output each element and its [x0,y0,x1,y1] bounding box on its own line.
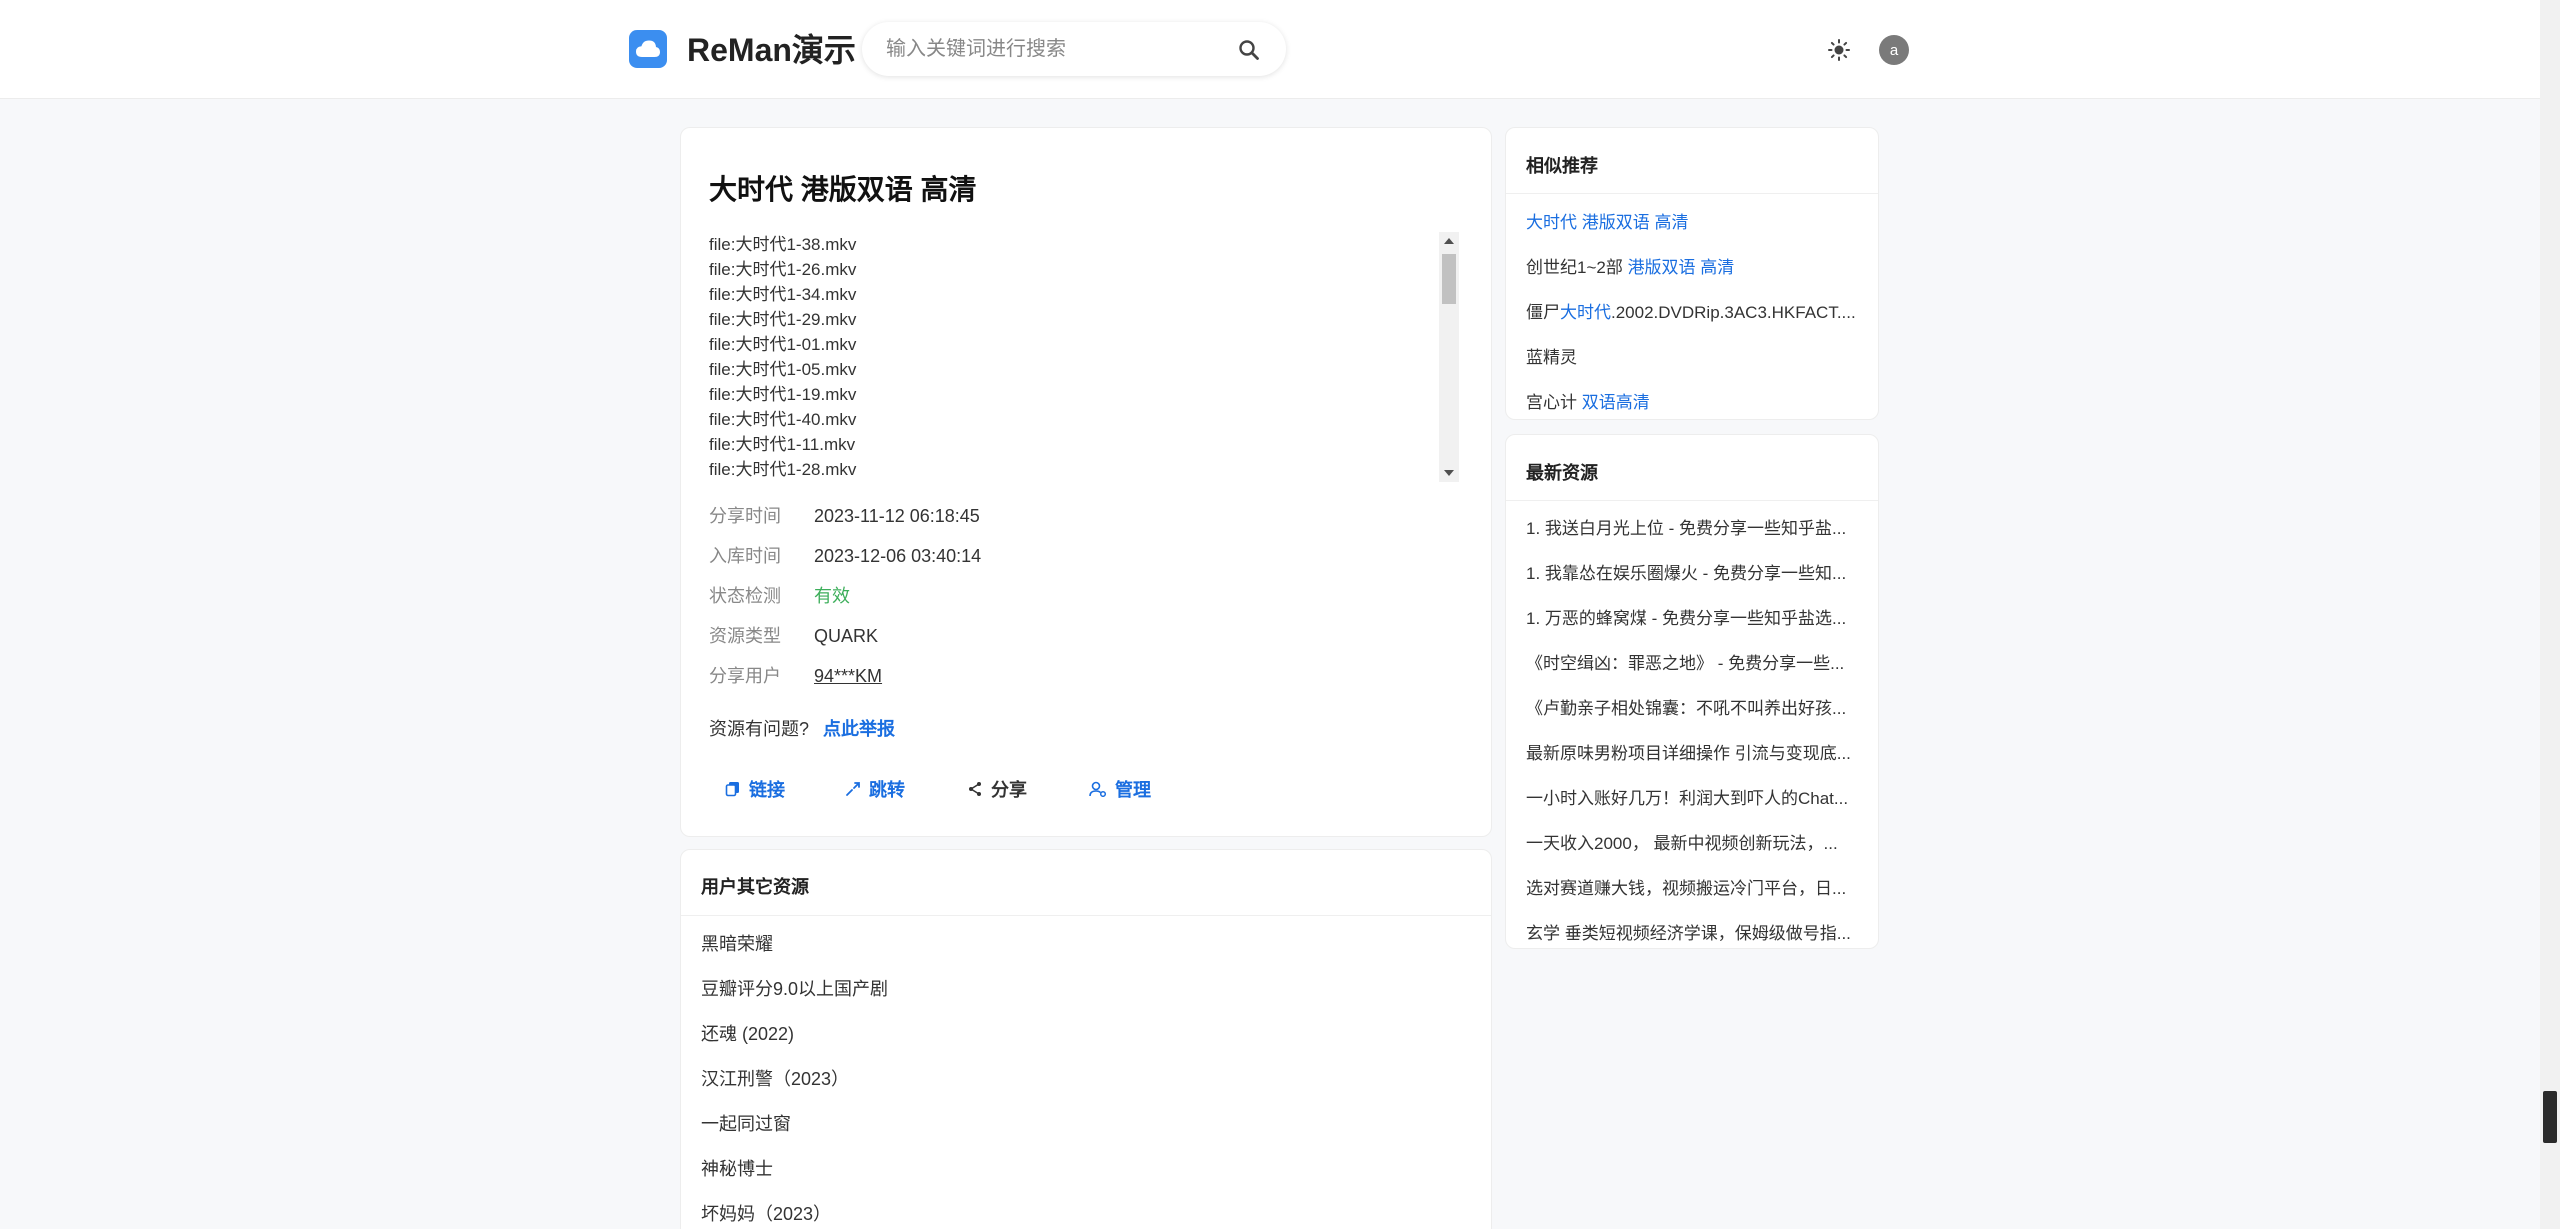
list-item[interactable]: 坏妈妈（2023） [701,1200,831,1226]
resource-title: 大时代 港版双语 高清 [709,174,977,205]
scroll-up-arrow-icon[interactable] [1444,238,1454,244]
copy-icon [725,782,739,797]
meta-type: 资源类型 QUARK [709,624,878,648]
file-item: file:大时代1-29.mkv [709,310,857,329]
highlight-text: 双语高清 [1581,393,1650,412]
file-item: file:大时代1-38.mkv [709,235,857,254]
card-title: 用户其它资源 [701,877,809,897]
file-item: file:大时代1-26.mkv [709,260,857,279]
card-header: 相似推荐 [1506,128,1878,194]
meta-value: QUARK [814,626,879,646]
site-title[interactable]: ReMan演示 [687,28,856,72]
latest-item[interactable]: 选对赛道赚大钱，视频搬运冷门平台，日... [1526,874,1866,899]
similar-item[interactable]: 蓝精灵 [1526,343,1866,368]
plain-text: 蓝精灵 [1526,348,1577,367]
file-item: file:大时代1-11.mkv [709,435,856,454]
resource-detail-card: 大时代 港版双语 高清 file:大时代1-38.mkv file:大时代1-2… [680,127,1492,837]
latest-item[interactable]: 1. 万恶的蜂窝煤 - 免费分享一些知乎盐选... [1526,604,1866,629]
file-item: file:大时代1-19.mkv [709,385,857,404]
latest-item[interactable]: 一小时入账好几万！利润大到吓人的Chat... [1526,784,1866,809]
meta-label: 状态检测 [709,586,781,606]
sun-theme-icon[interactable] [1827,38,1851,62]
user-manage-icon [1089,781,1107,797]
latest-item[interactable]: 1. 我靠怂在娱乐圈爆火 - 免费分享一些知... [1526,559,1866,584]
list-item[interactable]: 豆瓣评分9.0以上国产剧 [701,975,888,1001]
meta-user: 分享用户 94***KM [709,664,882,688]
meta-label: 资源类型 [709,626,781,646]
page-scrollbar[interactable] [2540,0,2560,1229]
share-label: 分享 [991,780,1027,800]
list-item[interactable]: 一起同过窗 [701,1110,791,1136]
link-label: 链接 [749,780,785,800]
share-user-link[interactable]: 94***KM [814,666,882,686]
list-item[interactable]: 黑暗荣耀 [701,930,773,956]
jump-icon [846,782,860,796]
highlight-text: 大时代 [1560,303,1611,322]
manage-label: 管理 [1115,780,1151,800]
plain-text: 创世纪1~2部 [1526,258,1628,277]
share-button[interactable]: 分享 [967,774,1027,804]
manage-button[interactable]: 管理 [1089,774,1151,804]
latest-item[interactable]: 最新原味男粉项目详细操作 引流与变现底... [1526,739,1866,764]
file-item: file:大时代1-01.mkv [709,335,857,354]
similar-recommend-card: 相似推荐 大时代 港版双语 高清 创世纪1~2部 港版双语 高清 僵尸大时代.2… [1505,127,1879,420]
file-item: file:大时代1-28.mkv [709,460,857,479]
highlight-text: 大时代 港版双语 高清 [1526,213,1689,232]
latest-resources-card: 最新资源 1. 我送白月光上位 - 免费分享一些知乎盐... 1. 我靠怂在娱乐… [1505,434,1879,949]
similar-item[interactable]: 僵尸大时代.2002.DVDRip.3AC3.HKFACT.... [1526,298,1866,323]
file-item: file:大时代1-40.mkv [709,410,857,429]
latest-item[interactable]: 《卢勤亲子相处锦囊：不吼不叫养出好孩... [1526,694,1866,719]
meta-value: 2023-11-12 06:18:45 [814,506,980,526]
user-avatar[interactable]: a [1879,35,1909,65]
file-item: file:大时代1-34.mkv [709,285,857,304]
similar-item[interactable]: 大时代 港版双语 高清 [1526,208,1866,233]
plain-text: 僵尸 [1526,303,1560,322]
jump-label: 跳转 [869,780,905,800]
scroll-down-arrow-icon[interactable] [1444,470,1454,476]
latest-item[interactable]: 《时空缉凶：罪恶之地》 - 免费分享一些... [1526,649,1866,674]
card-title: 相似推荐 [1526,156,1598,176]
list-item[interactable]: 汉江刑警（2023） [701,1065,849,1091]
highlight-text: 港版双语 高清 [1627,258,1735,277]
plain-text: 宫心计 [1526,393,1582,412]
similar-item[interactable]: 创世纪1~2部 港版双语 高清 [1526,253,1866,278]
file-list-scrollbar[interactable] [1439,232,1459,482]
share-icon [969,782,981,796]
latest-item[interactable]: 一天收入2000， 最新中视频创新玩法，... [1526,829,1866,854]
user-other-resources-card: 用户其它资源 黑暗荣耀 豆瓣评分9.0以上国产剧 还魂 (2022) 汉江刑警（… [680,849,1492,1229]
file-item: file:大时代1-05.mkv [709,360,857,379]
meta-stored-time: 入库时间 2023-12-06 03:40:14 [709,544,981,568]
cloud-logo-icon[interactable] [629,30,667,68]
jump-button[interactable]: 跳转 [845,774,905,804]
list-item[interactable]: 还魂 (2022) [701,1020,794,1046]
meta-label: 分享用户 [709,666,781,686]
meta-value: 2023-12-06 03:40:14 [814,546,982,566]
search-box [862,22,1286,76]
meta-label: 分享时间 [709,506,781,526]
status-badge: 有效 [814,586,851,606]
file-list: file:大时代1-38.mkv file:大时代1-26.mkv file:大… [709,232,1429,482]
report-row: 资源有问题? 点此举报 [709,715,895,741]
report-question: 资源有问题? [709,719,810,739]
plain-text: .2002.DVDRip.3AC3.HKFACT.... [1611,303,1856,322]
file-list-box[interactable]: file:大时代1-38.mkv file:大时代1-26.mkv file:大… [709,232,1459,482]
top-header: ReMan演示 [0,0,2540,99]
meta-share-time: 分享时间 2023-11-12 06:18:45 [709,504,980,528]
latest-item[interactable]: 1. 我送白月光上位 - 免费分享一些知乎盐... [1526,514,1866,539]
latest-item[interactable]: 玄学 垂类短视频经济学课，保姆级做号指... [1526,919,1866,944]
meta-label: 入库时间 [709,546,781,566]
card-header: 用户其它资源 [681,850,1491,916]
link-button[interactable]: 链接 [725,774,785,804]
page-scroll-thumb[interactable] [2543,1091,2557,1143]
search-icon[interactable] [1237,38,1261,62]
scroll-thumb[interactable] [1442,254,1456,304]
card-header: 最新资源 [1506,435,1878,501]
list-item[interactable]: 神秘博士 [701,1155,773,1181]
report-link[interactable]: 点此举报 [823,719,895,739]
card-title: 最新资源 [1526,463,1598,483]
meta-status: 状态检测 有效 [709,584,850,608]
similar-item[interactable]: 宫心计 双语高清 [1526,388,1866,413]
search-input[interactable] [886,22,1226,76]
